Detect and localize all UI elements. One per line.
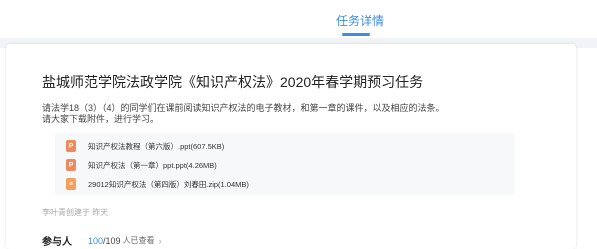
- attachment-name[interactable]: 知识产权法教程（第六版）.ppt(607.5KB): [88, 141, 224, 152]
- chevron-right-icon[interactable]: ›: [159, 236, 162, 246]
- attachment-item[interactable]: ≡ 29012知识产权法（第四版）刘春田.zip(1.04MB): [66, 177, 249, 191]
- description-line-1: 请法学18（3）（4）的同学们在课前阅读知识产权法的电子教材，和第一章的课件，以…: [42, 103, 445, 113]
- tab-task-details[interactable]: 任务详情: [336, 12, 384, 29]
- viewed-text: 人已查看: [122, 236, 155, 245]
- task-title: 盐城师范学院法政学院《知识产权法》2020年春学期预习任务: [42, 74, 424, 90]
- ppt-file-icon: P: [66, 159, 76, 171]
- attachment-name[interactable]: 29012知识产权法（第四版）刘春田.zip(1.04MB): [88, 179, 249, 190]
- zip-file-icon: ≡: [66, 178, 76, 190]
- description-line-2: 请大家下载附件，进行学习。: [42, 114, 160, 124]
- attachment-item[interactable]: P 知识产权法（第一章）ppt.ppt(4.26MB): [66, 158, 217, 172]
- tab-bar: 任务详情: [0, 0, 597, 38]
- active-tab-indicator: [342, 33, 370, 36]
- attachment-list: P 知识产权法教程（第六版）.ppt(607.5KB) P 知识产权法（第一章）…: [55, 133, 515, 195]
- participants-label: 参与人: [42, 237, 72, 248]
- attachment-name[interactable]: 知识产权法（第一章）ppt.ppt(4.26MB): [88, 160, 217, 171]
- viewed-count: 100: [88, 235, 104, 246]
- task-creator-meta: 李叶青创建于 昨天: [42, 208, 109, 217]
- ppt-file-icon: P: [66, 140, 76, 152]
- attachment-item[interactable]: P 知识产权法教程（第六版）.ppt(607.5KB): [66, 139, 224, 153]
- participants-row[interactable]: 参与人 100 /109 人已查看 ›: [42, 233, 162, 249]
- task-description: 请法学18（3）（4）的同学们在课前阅读知识产权法的电子教材，和第一章的课件，以…: [42, 103, 445, 125]
- participants-total: /109: [103, 235, 121, 246]
